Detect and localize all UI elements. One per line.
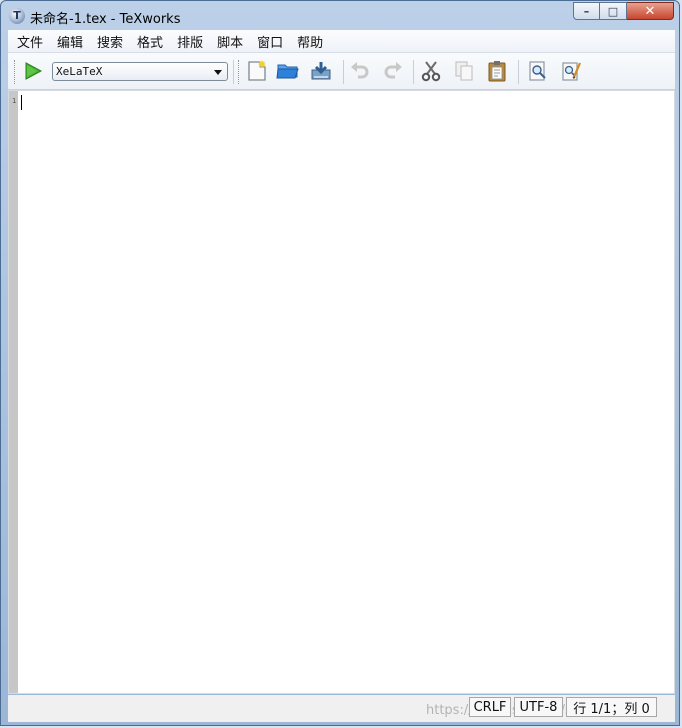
menu-edit[interactable]: 编辑 — [57, 32, 83, 51]
toolbar-grip[interactable] — [14, 60, 16, 84]
line-marker: 1 — [12, 97, 17, 105]
chevron-down-icon — [214, 70, 222, 75]
find-icon[interactable] — [525, 59, 551, 83]
menu-typeset[interactable]: 排版 — [177, 32, 203, 51]
line-ending-status[interactable]: CRLF — [469, 697, 511, 717]
toolbar-separator — [343, 60, 344, 84]
cut-icon[interactable] — [418, 59, 444, 83]
menu-format[interactable]: 格式 — [137, 32, 163, 51]
main-toolbar: XeLaTeX — [8, 53, 675, 90]
redo-icon[interactable] — [380, 59, 406, 83]
toolbar-separator — [413, 60, 414, 84]
toolbar-separator — [518, 60, 519, 84]
menu-window[interactable]: 窗口 — [257, 32, 283, 51]
window-controls: – □ ✕ — [573, 2, 674, 20]
toolbar-grip[interactable] — [238, 60, 240, 84]
maximize-button[interactable]: □ — [600, 2, 627, 20]
source-text-editor[interactable] — [18, 91, 674, 693]
new-document-icon[interactable] — [243, 59, 269, 83]
replace-icon[interactable] — [558, 59, 584, 83]
texworks-app-icon: T — [9, 8, 25, 24]
minimize-button[interactable]: – — [573, 2, 600, 20]
menu-bar: 文件 编辑 搜索 格式 排版 脚本 窗口 帮助 — [8, 30, 675, 53]
editor-area: 1 — [8, 90, 675, 694]
save-icon[interactable] — [308, 59, 334, 83]
title-bar[interactable]: T 未命名-1.tex - TeXworks – □ ✕ — [1, 1, 679, 30]
menu-file[interactable]: 文件 — [17, 32, 43, 51]
line-number-gutter: 1 — [9, 91, 18, 693]
text-caret — [21, 95, 22, 110]
undo-icon[interactable] — [347, 59, 373, 83]
window-title: 未命名-1.tex - TeXworks — [30, 12, 181, 27]
menu-search[interactable]: 搜索 — [97, 32, 123, 51]
encoding-status[interactable]: UTF-8 — [514, 697, 563, 717]
engine-value: XeLaTeX — [56, 65, 103, 78]
toolbar-separator — [233, 60, 234, 84]
open-folder-icon[interactable] — [275, 59, 301, 83]
close-button[interactable]: ✕ — [627, 2, 674, 20]
typeset-engine-select[interactable]: XeLaTeX — [52, 62, 228, 81]
paste-icon[interactable] — [484, 59, 510, 83]
status-bar: https://blog.csdn.net/sde CRLF UTF-8 行 1… — [8, 695, 675, 722]
cursor-position-status: 行 1/1；列 0 — [566, 697, 657, 717]
copy-icon[interactable] — [451, 59, 477, 83]
menu-help[interactable]: 帮助 — [297, 32, 323, 51]
texworks-window: T 未命名-1.tex - TeXworks – □ ✕ 文件 编辑 搜索 格式… — [0, 0, 680, 726]
typeset-button[interactable] — [23, 61, 43, 81]
menu-scripts[interactable]: 脚本 — [217, 32, 243, 51]
